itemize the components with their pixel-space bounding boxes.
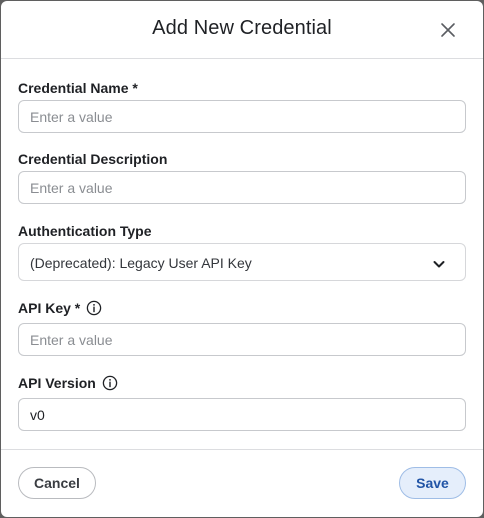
api-version-label-text: API Version <box>18 375 96 391</box>
authentication-type-label: Authentication Type <box>18 223 152 239</box>
close-icon[interactable] <box>437 19 459 41</box>
credential-name-label-text: Credential Name * <box>18 80 138 96</box>
chevron-down-icon <box>431 256 447 272</box>
credential-name-input[interactable] <box>18 100 466 133</box>
add-credential-dialog: Add New Credential Credential Name * Cre… <box>1 1 483 517</box>
cancel-button[interactable]: Cancel <box>18 467 96 499</box>
api-key-label-text: API Key * <box>18 300 81 316</box>
credential-description-label-text: Credential Description <box>18 151 168 167</box>
api-key-info-icon[interactable] <box>86 300 102 316</box>
authentication-type-selected-value: (Deprecated): Legacy User API Key <box>30 255 252 271</box>
api-key-label: API Key * <box>18 300 102 316</box>
api-version-label: API Version <box>18 375 118 391</box>
api-version-info-icon[interactable] <box>102 375 118 391</box>
credential-description-label: Credential Description <box>18 151 167 167</box>
api-key-input[interactable] <box>18 323 466 356</box>
dialog-title: Add New Credential <box>152 17 332 39</box>
credential-name-label: Credential Name * <box>18 80 138 96</box>
save-button[interactable]: Save <box>399 467 466 499</box>
credential-description-input[interactable] <box>18 171 466 204</box>
api-version-input[interactable] <box>18 398 466 431</box>
dialog-footer: Cancel Save <box>1 449 483 517</box>
authentication-type-select[interactable]: (Deprecated): Legacy User API Key <box>18 243 466 281</box>
dialog-header: Add New Credential <box>1 1 483 59</box>
authentication-type-label-text: Authentication Type <box>18 223 152 239</box>
